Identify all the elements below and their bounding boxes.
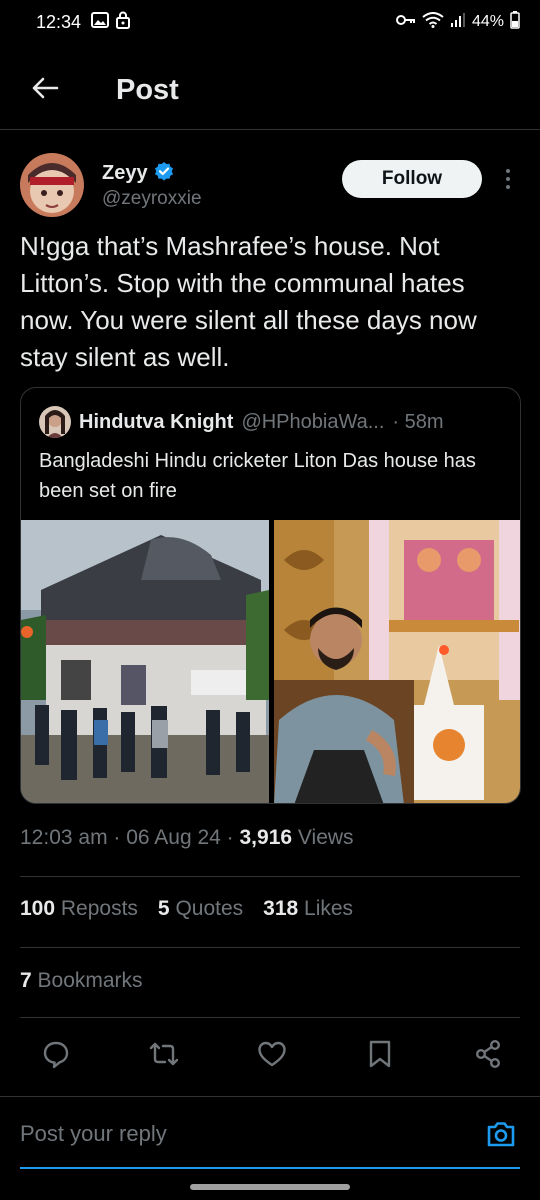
post-author-row: Zeyy @zeyroxxie Follow <box>20 150 520 220</box>
reply-composer <box>0 1096 540 1176</box>
post-body-text: N!gga that’s Mashrafee’s house. Not Litt… <box>20 231 477 372</box>
meta-separator: · <box>107 826 127 849</box>
reply-input[interactable] <box>20 1121 460 1147</box>
author-avatar[interactable] <box>20 153 84 217</box>
meta-separator: · <box>220 826 240 849</box>
quoted-timestamp: · 58m <box>392 410 444 433</box>
quoted-media-grid <box>21 520 520 803</box>
views-count: 3,916 <box>239 826 293 849</box>
gallery-icon <box>91 11 110 33</box>
home-indicator[interactable] <box>190 1184 350 1190</box>
status-bar: 12:34 44% <box>0 0 540 44</box>
verified-badge-icon <box>154 161 174 186</box>
post-meta: 12:03 am · 06 Aug 24 · 3,916 Views <box>20 826 354 850</box>
more-dot-icon <box>506 177 510 181</box>
divider <box>20 1017 520 1018</box>
cricketer-photo[interactable] <box>274 520 520 803</box>
post-time: 12:03 am <box>20 826 108 849</box>
back-button[interactable] <box>20 66 70 116</box>
post-action-bar <box>20 1035 520 1077</box>
reply-icon <box>41 1039 71 1074</box>
likes-stat[interactable]: 318 Likes <box>263 897 353 921</box>
more-dot-icon <box>506 169 510 173</box>
reposts-stat[interactable]: 100 Reposts <box>20 897 138 921</box>
bookmark-button[interactable] <box>362 1038 398 1074</box>
key-icon <box>395 13 416 31</box>
likes-count: 318 <box>263 897 299 920</box>
bookmarks-label: Bookmarks <box>31 969 143 992</box>
arrow-left-icon <box>31 76 59 105</box>
reply-input-underline <box>20 1167 520 1169</box>
house-fire-photo[interactable] <box>21 520 269 803</box>
divider <box>20 876 520 877</box>
battery-icon <box>510 10 520 34</box>
bookmarks-count: 7 <box>20 969 32 992</box>
views-label: Views <box>292 826 354 849</box>
camera-button[interactable] <box>484 1119 518 1153</box>
reposts-count: 100 <box>20 897 56 920</box>
page-title: Post <box>116 74 179 106</box>
more-dot-icon <box>506 185 510 189</box>
quoted-username: @HPhobiaWa... <box>241 410 385 433</box>
reply-button[interactable] <box>38 1038 74 1074</box>
bookmark-icon <box>368 1039 392 1074</box>
quoted-post-card[interactable]: Hindutva Knight @HPhobiaWa... · 58m Bang… <box>20 387 521 804</box>
more-options-button[interactable] <box>498 162 518 196</box>
author-display-name[interactable]: Zeyy <box>102 162 148 185</box>
divider <box>20 947 520 948</box>
wifi-icon <box>422 11 444 33</box>
reposts-label: Reposts <box>55 897 138 920</box>
camera-icon <box>485 1120 517 1153</box>
quoted-body-text: Bangladeshi Hindu cricketer Liton Das ho… <box>39 450 476 502</box>
quotes-count: 5 <box>157 897 170 920</box>
quoted-author-avatar <box>39 406 71 438</box>
heart-icon <box>257 1040 287 1073</box>
bookmarks-stat[interactable]: 7 Bookmarks <box>20 969 143 993</box>
battery-percent: 44% <box>471 13 504 30</box>
share-button[interactable] <box>470 1038 506 1074</box>
repost-button[interactable] <box>146 1038 182 1074</box>
quoted-display-name: Hindutva Knight <box>79 410 234 433</box>
share-icon <box>473 1039 503 1074</box>
repost-icon <box>148 1039 180 1074</box>
signal-icon <box>450 12 466 33</box>
author-username[interactable]: @zeyroxxie <box>102 188 202 210</box>
lock-icon <box>115 11 131 34</box>
status-time: 12:34 <box>36 11 82 32</box>
top-app-bar: Post <box>0 52 540 130</box>
likes-label: Likes <box>298 897 354 920</box>
quotes-stat[interactable]: 5 Quotes <box>158 897 243 921</box>
like-button[interactable] <box>254 1038 290 1074</box>
post-date: 06 Aug 24 <box>126 826 221 849</box>
engagement-stats: 100 Reposts 5 Quotes 318 Likes <box>20 897 353 921</box>
follow-button[interactable]: Follow <box>342 160 482 198</box>
quotes-label: Quotes <box>169 897 244 920</box>
